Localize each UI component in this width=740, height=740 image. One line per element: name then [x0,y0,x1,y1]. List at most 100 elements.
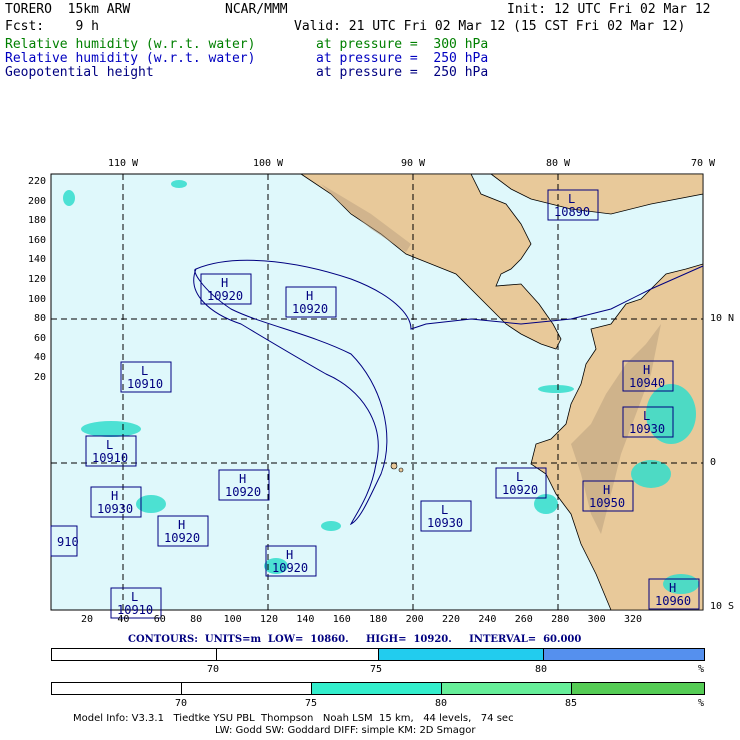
x-tick: 80 [190,614,203,625]
highlow-value: 10920 [272,561,308,575]
x-tick: 140 [296,614,315,625]
x-tick: 180 [369,614,388,625]
x-tick: 20 [80,614,94,625]
colorbar-rh-250 [51,682,705,695]
highlow-type: L [131,590,138,604]
cb2-seg-1 [52,683,182,694]
model-info-line2: LW: Godd SW: Goddard DIFF: simple KM: 2D… [215,725,476,736]
forecast-hour: Fcst: 9 h [5,19,99,34]
x-tick: 240 [478,614,497,625]
cb1-seg-1 [52,649,217,660]
highlow-value: 10950 [589,496,625,510]
x-tick: 120 [259,614,279,625]
highlow-type: H [111,489,118,503]
lon-label: 70 W [690,158,716,169]
cb1-label-80: 80 [535,664,548,675]
x-tick: 60 [153,614,166,625]
init-time: Init: 12 UTC Fri 02 Mar 12 [507,2,711,17]
highlow-type: L [106,438,113,452]
x-tick: 100 [223,614,242,625]
lon-label: 110 W [107,158,139,169]
highlow-value: 10920 [207,289,243,303]
highlow-type: H [603,483,610,497]
cb1-unit: % [698,664,705,675]
highlow-value: 10930 [427,516,463,530]
lon-label: 90 W [400,158,426,169]
y-tick: 220 [27,176,46,187]
cb1-seg-3 [379,649,544,660]
galapagos-island [398,467,404,473]
y-tick: 40 [33,352,46,364]
weather-map: L10890H10920 H10920L10910H10940L10930L109… [50,173,704,619]
highlow-value: 10890 [554,205,590,219]
highlow-value: 10920 [292,302,328,316]
highlow-value: 10920 [164,531,200,545]
cb2-label-80: 80 [435,698,448,709]
field2-name: Relative humidity (w.r.t. water) [5,51,256,66]
galapagos-island [390,462,398,470]
cb2-label-70: 70 [175,698,188,709]
lon-label: 80 W [545,158,571,169]
y-tick: 60 [33,332,46,344]
y-tick: 140 [27,254,46,266]
y-tick: 20 [33,372,46,383]
highlow-type: H [239,472,246,486]
field2-level: at pressure = 250 hPa [316,51,489,66]
x-tick: 300 [587,614,606,625]
cb2-seg-2 [182,683,312,694]
y-tick: 100 [27,293,46,305]
field1-level: at pressure = 300 hPa [316,37,489,52]
highlow-value: 10920 [225,485,261,499]
lat-label: 10 N [710,313,735,324]
org-label: NCAR/MMM [225,2,288,17]
x-tick: 40 [117,614,130,625]
x-tick: 220 [441,614,461,625]
field3-name: Geopotential height [5,65,154,80]
highlow-value: 10960 [655,594,691,608]
cb1-seg-2 [217,649,379,660]
highlow-type: H [306,289,313,303]
lat-label: 0 [710,457,717,468]
highlow-type: H [643,363,650,377]
cb2-label-85: 85 [565,698,578,709]
highlow-type: L [516,470,523,484]
field1-name: Relative humidity (w.r.t. water) [5,37,256,52]
cb2-seg-3 [312,683,442,694]
y-tick: 160 [27,234,46,246]
highlow-value: 10910 [92,451,128,465]
colorbar-rh-300 [51,648,705,661]
highlow-type: H [178,518,185,532]
highlow-type: H [669,581,676,595]
y-tick: 180 [27,215,46,227]
cb2-unit: % [698,698,705,709]
cb1-label-70: 70 [207,664,220,675]
y-tick: 200 [27,195,46,207]
x-tick: 200 [405,614,424,625]
highlow-type: L [441,503,448,517]
highlow-value: 10910 [127,377,163,391]
highlow-type: H [221,276,228,290]
cb1-seg-4 [544,649,704,660]
highlow-value: 910 [57,535,79,549]
highlow-type: L [568,192,575,206]
lon-label: 100 W [252,158,284,169]
highlow-type: L [643,409,650,423]
lat-label: 10 S [710,601,735,612]
field3-level: at pressure = 250 hPa [316,65,489,80]
highlow-value: 10930 [629,422,665,436]
cb2-seg-4 [442,683,572,694]
cb2-seg-5 [572,683,704,694]
y-tick: 80 [33,313,46,325]
highlow-value: 10940 [629,376,665,390]
model-title: TORERO 15km ARW [5,2,131,17]
y-tick: 120 [27,274,46,285]
valid-time: Valid: 21 UTC Fri 02 Mar 12 (15 CST Fri … [294,19,686,34]
contour-info: CONTOURS: UNITS=m LOW= 10860. HIGH= 1092… [128,634,582,645]
highlow-value: 10920 [502,483,538,497]
x-tick: 320 [623,614,643,625]
highlow-type: H [286,548,293,562]
x-tick: 280 [551,614,570,625]
cb1-label-75: 75 [370,664,383,675]
x-tick: 260 [514,614,533,625]
cb2-label-75: 75 [305,698,318,709]
